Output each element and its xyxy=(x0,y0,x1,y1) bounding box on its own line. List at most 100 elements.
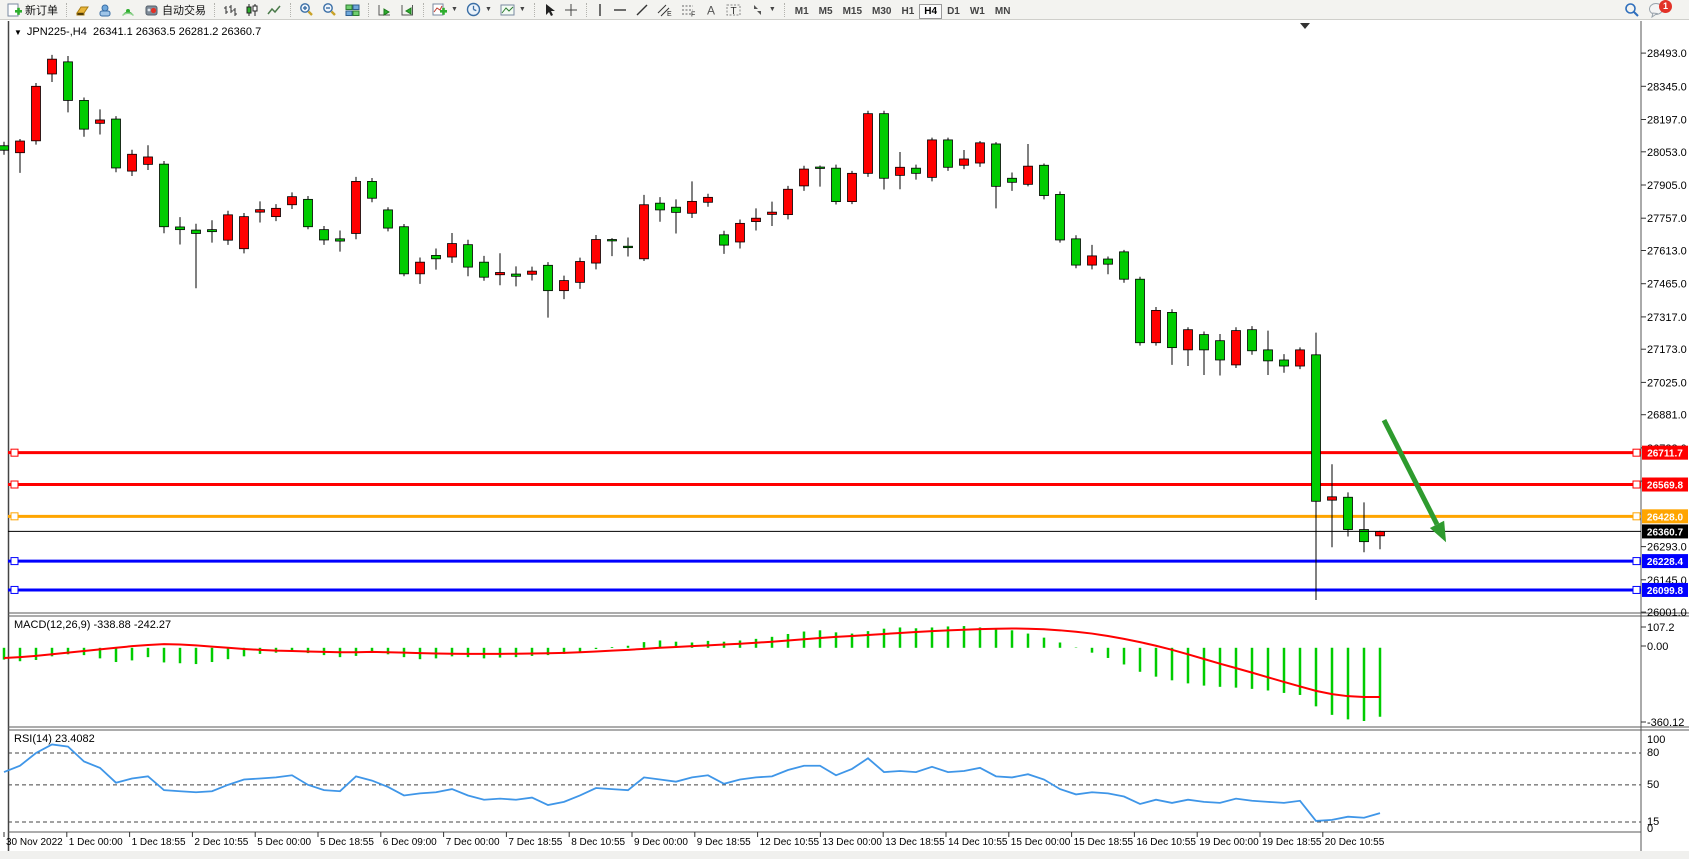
candle-body xyxy=(608,240,617,241)
candle-body xyxy=(1328,497,1337,500)
candle-body xyxy=(1296,350,1305,366)
candle-body xyxy=(800,169,809,186)
candle-body xyxy=(32,86,41,141)
chart-menu-icon[interactable]: ▼ xyxy=(14,28,22,37)
time-axis-label: 20 Dec 10:55 xyxy=(1325,837,1385,848)
candle-body xyxy=(592,240,601,264)
time-axis-label: 19 Dec 00:00 xyxy=(1199,837,1259,848)
time-axis-label: 6 Dec 09:00 xyxy=(383,837,437,848)
line-handle[interactable] xyxy=(1633,449,1640,456)
line-handle[interactable] xyxy=(11,586,18,593)
chart-symbol-period: JPN225-,H4 xyxy=(27,26,87,38)
candle-body xyxy=(1152,310,1161,342)
chart-ohlc-values: 26341.1 26363.5 26281.2 26360.7 xyxy=(93,26,261,38)
candle-body xyxy=(1056,194,1065,240)
candle-body xyxy=(80,100,89,129)
line-handle[interactable] xyxy=(11,513,18,520)
candle-body xyxy=(1024,166,1033,184)
candle-body xyxy=(656,203,665,210)
candle-body xyxy=(576,261,585,282)
candle-body xyxy=(336,239,345,241)
candle-body xyxy=(192,230,201,233)
time-axis-label: 12 Dec 10:55 xyxy=(760,837,820,848)
candle-body xyxy=(1216,341,1225,360)
candle-body xyxy=(1120,252,1129,279)
candle-body xyxy=(1280,360,1289,366)
candle-body xyxy=(736,223,745,242)
candle-body xyxy=(464,245,473,267)
candle-body xyxy=(864,114,873,174)
candle-body xyxy=(240,217,249,249)
candle-body xyxy=(1136,279,1145,342)
chart-canvas[interactable]: 28493.028345.028197.028053.027905.027757… xyxy=(0,0,1689,859)
candle-body xyxy=(624,246,633,247)
price-axis-label: 28493.0 xyxy=(1647,48,1687,60)
candle-body xyxy=(560,281,569,291)
price-badge-label: 26569.8 xyxy=(1647,481,1684,492)
candle-body xyxy=(848,173,857,201)
candle-body xyxy=(928,140,937,177)
time-axis-label: 7 Dec 00:00 xyxy=(446,837,500,848)
candle-body xyxy=(256,210,265,212)
arrow-annotation-line[interactable] xyxy=(1384,420,1437,524)
candle-body xyxy=(880,114,889,179)
macd-axis-label: -360.12 xyxy=(1647,717,1684,729)
candle-body xyxy=(1248,330,1257,351)
rsi-axis-label: 0 xyxy=(1647,823,1653,835)
candle-body xyxy=(0,146,9,150)
line-handle[interactable] xyxy=(1633,586,1640,593)
candle-body xyxy=(96,120,105,123)
time-axis-label: 2 Dec 10:55 xyxy=(194,837,248,848)
candle-body xyxy=(768,212,777,214)
candle-body xyxy=(224,215,233,240)
time-axis-label: 30 Nov 2022 xyxy=(6,837,63,848)
price-axis-label: 26001.0 xyxy=(1647,607,1687,619)
line-handle[interactable] xyxy=(1633,558,1640,565)
candle-body xyxy=(960,159,969,165)
line-handle[interactable] xyxy=(11,449,18,456)
time-axis-label: 15 Dec 00:00 xyxy=(1011,837,1071,848)
candle-body xyxy=(384,210,393,228)
price-axis-label: 28345.0 xyxy=(1647,81,1687,93)
candle-body xyxy=(1232,331,1241,365)
line-handle[interactable] xyxy=(1633,513,1640,520)
candle-body xyxy=(64,62,73,101)
price-axis-label: 28197.0 xyxy=(1647,115,1687,127)
candle-body xyxy=(816,167,825,168)
line-handle[interactable] xyxy=(11,481,18,488)
candle-body xyxy=(976,143,985,163)
time-axis-label: 9 Dec 18:55 xyxy=(697,837,751,848)
candle-body xyxy=(1040,165,1049,195)
price-badge-label: 26711.7 xyxy=(1647,449,1683,460)
candle-body xyxy=(416,262,425,274)
chart-shift-marker[interactable] xyxy=(1300,23,1310,29)
time-axis-label: 14 Dec 10:55 xyxy=(948,837,1008,848)
candle-body xyxy=(1072,239,1081,265)
macd-axis-label: 0.00 xyxy=(1647,641,1668,653)
candle-body xyxy=(288,197,297,205)
candle-body xyxy=(784,189,793,214)
price-axis-label: 27613.0 xyxy=(1647,246,1687,258)
candle-body xyxy=(448,244,457,257)
candle-body xyxy=(720,235,729,245)
price-badge-label: 26428.0 xyxy=(1647,512,1684,523)
candle-body xyxy=(944,140,953,167)
candle-body xyxy=(1184,330,1193,350)
candle-body xyxy=(1264,350,1273,361)
candle-body xyxy=(1200,335,1209,350)
rsi-axis-label: 50 xyxy=(1647,779,1659,791)
candle-body xyxy=(672,207,681,212)
line-handle[interactable] xyxy=(11,558,18,565)
candle-body xyxy=(176,227,185,230)
macd-signal-line xyxy=(4,628,1380,697)
candle-body xyxy=(400,227,409,274)
candle-body xyxy=(480,262,489,277)
price-axis-label: 27757.0 xyxy=(1647,213,1687,225)
line-handle[interactable] xyxy=(1633,481,1640,488)
price-axis-label: 27025.0 xyxy=(1647,377,1687,389)
candle-body xyxy=(992,144,1001,186)
candle-body xyxy=(112,119,121,168)
candle-body xyxy=(512,274,521,276)
price-axis-label: 27173.0 xyxy=(1647,344,1687,356)
price-axis-label: 27317.0 xyxy=(1647,312,1687,324)
